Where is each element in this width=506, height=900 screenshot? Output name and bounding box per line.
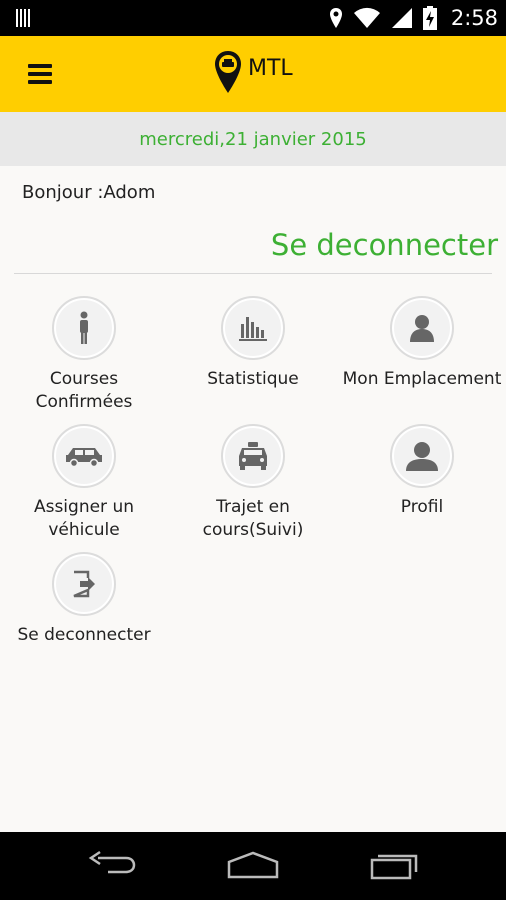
menu-item-icon-circle bbox=[52, 296, 116, 360]
menu-item-icon-circle bbox=[221, 424, 285, 488]
menu-item-trajet-en-cours[interactable]: Trajet en cours(Suivi) bbox=[169, 424, 337, 542]
battery-charging-icon bbox=[422, 6, 437, 30]
menu-item-assigner-vehicule[interactable]: Assigner un véhicule bbox=[0, 424, 168, 542]
menu-item-label: Profil bbox=[400, 497, 444, 517]
back-icon[interactable] bbox=[88, 850, 136, 880]
menu-item-statistique[interactable]: Statistique bbox=[169, 296, 337, 391]
menu-item-icon-circle bbox=[52, 424, 116, 488]
menu-item-label: Assigner un véhicule bbox=[33, 497, 135, 540]
menu-item-label: Se deconnecter bbox=[17, 625, 151, 645]
menu-item-mon-emplacement[interactable]: Mon Emplacement bbox=[338, 296, 506, 391]
profile-icon bbox=[406, 442, 438, 471]
menu-item-courses-confirmees[interactable]: Courses Confirmées bbox=[0, 296, 168, 414]
menu-item-icon-circle bbox=[52, 552, 116, 616]
menu-item-label: Courses Confirmées bbox=[35, 369, 133, 412]
menu-item-icon-circle bbox=[390, 296, 454, 360]
recents-icon[interactable] bbox=[370, 850, 420, 880]
app-name: MTL bbox=[248, 56, 293, 81]
hamburger-icon[interactable] bbox=[28, 64, 52, 84]
menu-item-se-deconnecter[interactable]: Se deconnecter bbox=[0, 552, 168, 647]
home-icon[interactable] bbox=[226, 850, 280, 880]
taxi-icon bbox=[239, 442, 267, 470]
wifi-icon bbox=[353, 7, 380, 28]
clock: 2:58 bbox=[450, 6, 498, 30]
status-icons: 2:58 bbox=[329, 0, 498, 36]
divider bbox=[14, 273, 492, 274]
taxi-pin-icon bbox=[215, 51, 241, 93]
menu-item-label: Statistique bbox=[207, 369, 299, 389]
user-location-icon bbox=[410, 315, 434, 342]
logout-link[interactable]: Se deconnecter bbox=[271, 228, 498, 262]
status-bar: 2:58 bbox=[0, 0, 506, 36]
app-bar: MTL bbox=[0, 36, 506, 112]
menu-item-profil[interactable]: Profil bbox=[338, 424, 506, 519]
bar-chart-icon bbox=[239, 317, 267, 341]
signal-icon bbox=[391, 8, 412, 28]
menu-item-label: Trajet en cours(Suivi) bbox=[202, 497, 304, 540]
menu-item-icon-circle bbox=[221, 296, 285, 360]
app-logo: MTL bbox=[214, 50, 293, 94]
date-banner: mercredi,21 janvier 2015 bbox=[0, 112, 506, 166]
person-icon bbox=[80, 311, 88, 344]
logout-icon bbox=[73, 570, 95, 598]
location-icon bbox=[329, 8, 342, 28]
greeting-text: Bonjour :Adom bbox=[22, 182, 156, 203]
car-icon bbox=[66, 448, 102, 467]
menu-item-icon-circle bbox=[390, 424, 454, 488]
navigation-bar bbox=[0, 832, 506, 900]
barcode-icon bbox=[16, 9, 34, 27]
menu-item-label: Mon Emplacement bbox=[342, 369, 502, 389]
